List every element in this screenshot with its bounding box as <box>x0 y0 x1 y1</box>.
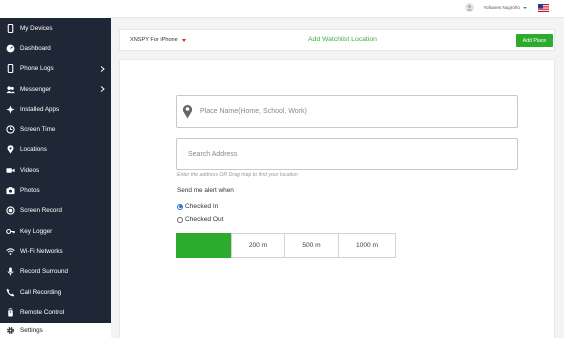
radio-label: Checked In <box>185 203 219 210</box>
phone-icon <box>6 23 15 33</box>
sidebar-item-locations[interactable]: Locations <box>0 140 111 160</box>
app-window: My Devices Dashboard Phone Logs Messenge… <box>0 0 564 338</box>
sidebar-item-label: Installed Apps <box>20 105 60 113</box>
sidebar-item-label: Messenger <box>20 85 52 93</box>
caret-down-icon <box>523 6 527 9</box>
sidebar-item-wifi-networks[interactable]: Wi-Fi Networks <box>0 241 111 261</box>
sidebar-item-remote-control[interactable]: Remote Control <box>0 302 111 322</box>
phone-call-icon <box>6 288 15 297</box>
radius-selector: 200 m 500 m 1000 m <box>176 233 396 258</box>
device-selector[interactable]: XNSPY For iPhone <box>130 37 186 43</box>
radius-option-selected[interactable] <box>176 233 232 258</box>
sidebar-item-videos[interactable]: Videos <box>0 160 111 180</box>
sidebar-item-label: Photos <box>20 187 40 195</box>
address-hint: Enter the address OR Drag map to find yo… <box>177 172 298 178</box>
sidebar-item-label: Wi-Fi Networks <box>20 247 63 255</box>
alert-label: Send me alert when <box>177 187 234 194</box>
chevron-right-icon <box>100 86 105 92</box>
sidebar-item-label: Key Logger <box>20 227 53 235</box>
sidebar-item-key-logger[interactable]: Key Logger <box>0 221 111 241</box>
radio-label: Checked Out <box>185 216 224 223</box>
sidebar-item-call-recording[interactable]: Call Recording <box>0 282 111 302</box>
user-name: Yohanes Nugroho <box>483 5 520 10</box>
sidebar: My Devices Dashboard Phone Logs Messenge… <box>0 0 111 338</box>
sidebar-item-screen-time[interactable]: Screen Time <box>0 119 111 139</box>
place-name-input[interactable]: Place Name(Home, School, Work) <box>176 95 518 128</box>
add-place-button[interactable]: Add Place <box>516 34 553 47</box>
map-pin-icon <box>182 105 193 119</box>
brand-area <box>0 0 111 18</box>
phone-icon <box>6 64 15 74</box>
sidebar-item-label: Phone Logs <box>20 65 54 73</box>
sidebar-item-label: My Devices <box>20 24 53 32</box>
sidebar-item-dashboard[interactable]: Dashboard <box>0 38 111 58</box>
top-bar: Yohanes Nugroho <box>111 0 564 18</box>
video-icon <box>6 166 15 175</box>
microphone-icon <box>6 267 15 276</box>
sidebar-item-label: Settings <box>20 327 43 334</box>
sidebar-item-screen-record[interactable]: Screen Record <box>0 201 111 221</box>
wifi-icon <box>6 247 15 256</box>
users-icon <box>6 85 15 94</box>
avatar <box>465 3 475 12</box>
sub-header: XNSPY For iPhone Add Watchlist Location … <box>119 29 555 51</box>
sidebar-item-label: Locations <box>20 146 47 154</box>
sidebar-item-settings[interactable]: Settings <box>0 323 111 338</box>
device-name: XNSPY For iPhone <box>130 37 178 43</box>
radio-unselected-icon <box>177 216 183 223</box>
apps-icon <box>6 105 15 114</box>
radius-option-500[interactable]: 500 m <box>284 233 339 258</box>
sidebar-item-label: Videos <box>20 166 40 174</box>
us-flag-icon[interactable] <box>538 3 549 12</box>
main-panel: Place Name(Home, School, Work) Search Ad… <box>119 59 555 338</box>
dashboard-icon <box>6 44 15 53</box>
radius-option-200[interactable]: 200 m <box>231 233 285 258</box>
search-address-input[interactable]: Search Address <box>176 138 518 170</box>
page-title: Add Watchlist Location <box>308 36 377 43</box>
sidebar-item-installed-apps[interactable]: Installed Apps <box>0 99 111 119</box>
gear-icon <box>6 326 15 335</box>
map-pin-icon <box>6 145 15 154</box>
sidebar-item-label: Call Recording <box>20 288 62 296</box>
user-icon <box>467 5 473 11</box>
sidebar-item-label: Dashboard <box>20 44 51 52</box>
camera-icon <box>6 186 15 195</box>
keyboard-icon <box>6 227 15 236</box>
record-icon <box>6 206 15 215</box>
sidebar-item-messenger[interactable]: Messenger <box>0 79 111 99</box>
sidebar-item-label: Record Surround <box>20 268 68 276</box>
radius-option-1000[interactable]: 1000 m <box>338 233 396 258</box>
sidebar-item-record-surround[interactable]: Record Surround <box>0 262 111 282</box>
chevron-right-icon <box>100 65 105 72</box>
remote-icon <box>6 308 15 317</box>
sidebar-item-my-devices[interactable]: My Devices <box>0 18 111 38</box>
place-name-placeholder: Place Name(Home, School, Work) <box>200 108 307 115</box>
sidebar-item-label: Screen Record <box>20 207 62 215</box>
search-address-placeholder: Search Address <box>188 150 238 158</box>
radio-checked-out[interactable]: Checked Out <box>177 216 223 223</box>
user-menu[interactable]: Yohanes Nugroho <box>465 3 549 12</box>
sidebar-item-photos[interactable]: Photos <box>0 180 111 200</box>
radio-checked-in[interactable]: Checked In <box>177 203 218 210</box>
sidebar-item-label: Remote Control <box>20 308 65 316</box>
sidebar-item-label: Screen Time <box>20 126 56 134</box>
clock-icon <box>6 125 15 134</box>
caret-down-icon <box>181 38 186 42</box>
radio-selected-icon <box>177 203 183 210</box>
sidebar-item-phone-logs[interactable]: Phone Logs <box>0 59 111 79</box>
